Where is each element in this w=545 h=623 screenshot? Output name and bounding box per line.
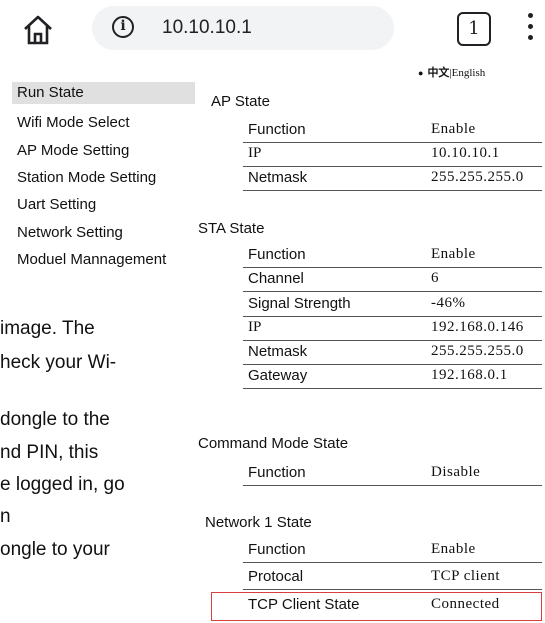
home-icon[interactable] [22,14,54,46]
row-value: 6 [431,270,439,286]
sidebar-item-uart-setting[interactable]: Uart Setting [17,196,96,213]
row-key: Netmask [248,169,308,186]
table-row: Netmask 255.255.255.0 [243,340,542,365]
row-key: Protocal [248,568,304,585]
highlight-box [211,592,542,621]
row-key: Netmask [248,343,308,360]
table-row: Function Enable [243,538,542,563]
table-row: Function Disable [243,461,542,486]
section-title-network-1-state: Network 1 State [205,514,312,531]
row-key: Function [248,464,306,481]
row-value: Disable [431,464,481,480]
row-key: IP [248,145,262,161]
row-value: 192.168.0.1 [431,367,508,383]
row-key: Function [248,541,306,558]
tab-switcher-button[interactable]: 1 [457,12,491,46]
sidebar-item-wifi-mode-select[interactable]: Wifi Mode Select [17,114,130,131]
table-row: Netmask 255.255.255.0 [243,166,542,191]
row-value: Enable [431,246,476,262]
row-value: -46% [431,295,466,311]
table-row: Function Enable [243,243,542,268]
language-link-zh[interactable]: 中文 [427,66,449,79]
row-value: TCP client [431,568,501,584]
table-row: Channel 6 [243,267,542,292]
row-key: Function [248,246,306,263]
row-value: 10.10.10.1 [431,145,500,161]
bg-text-line: n [0,506,11,527]
sidebar-item-moduel-mannagement[interactable]: Moduel Mannagement [17,251,166,268]
bg-text-line: dongle to the [0,409,110,430]
bg-text-line: heck your Wi- [0,352,117,373]
bg-text-line: e logged in, go [0,474,125,495]
table-row: Signal Strength -46% [243,292,542,317]
bg-text-line: image. The [0,318,95,339]
url-text[interactable]: 10.10.10.1 [162,17,252,39]
language-switch: ● 中文|English [418,64,485,80]
row-value: 255.255.255.0 [431,169,524,185]
bg-text-line: nd PIN, this [0,442,99,463]
row-key: Gateway [248,367,308,384]
sidebar-item-network-setting[interactable]: Network Setting [17,224,123,241]
sidebar-item-run-state[interactable]: Run State [17,84,84,101]
row-key: Channel [248,270,304,287]
address-bar[interactable]: i 10.10.10.1 [92,6,394,50]
section-title-ap-state: AP State [211,93,270,110]
row-value: 255.255.255.0 [431,343,524,359]
section-title-command-mode-state: Command Mode State [198,435,349,452]
row-key: Function [248,121,306,138]
row-key: IP [248,319,262,335]
language-link-en[interactable]: English [452,67,486,79]
sidebar-item-ap-mode-setting[interactable]: AP Mode Setting [17,142,129,159]
row-value: Enable [431,121,476,137]
bullet: ● [418,68,424,78]
more-options-icon[interactable] [528,13,534,45]
row-value: 192.168.0.146 [431,319,524,335]
row-value: Enable [431,541,476,557]
row-key: Signal Strength [248,295,351,312]
table-row: Protocal TCP client [243,565,542,590]
browser-toolbar: i 10.10.10.1 1 [0,0,545,62]
sidebar-item-station-mode-setting[interactable]: Station Mode Setting [17,169,156,186]
section-title-sta-state: STA State [198,220,265,237]
bg-text-line: ongle to your [0,539,110,560]
table-row: IP 192.168.0.146 [243,316,542,341]
table-row: Function Enable [243,118,542,143]
info-icon[interactable]: i [112,16,134,38]
table-row: Gateway 192.168.0.1 [243,364,542,389]
table-row: IP 10.10.10.1 [243,142,542,167]
